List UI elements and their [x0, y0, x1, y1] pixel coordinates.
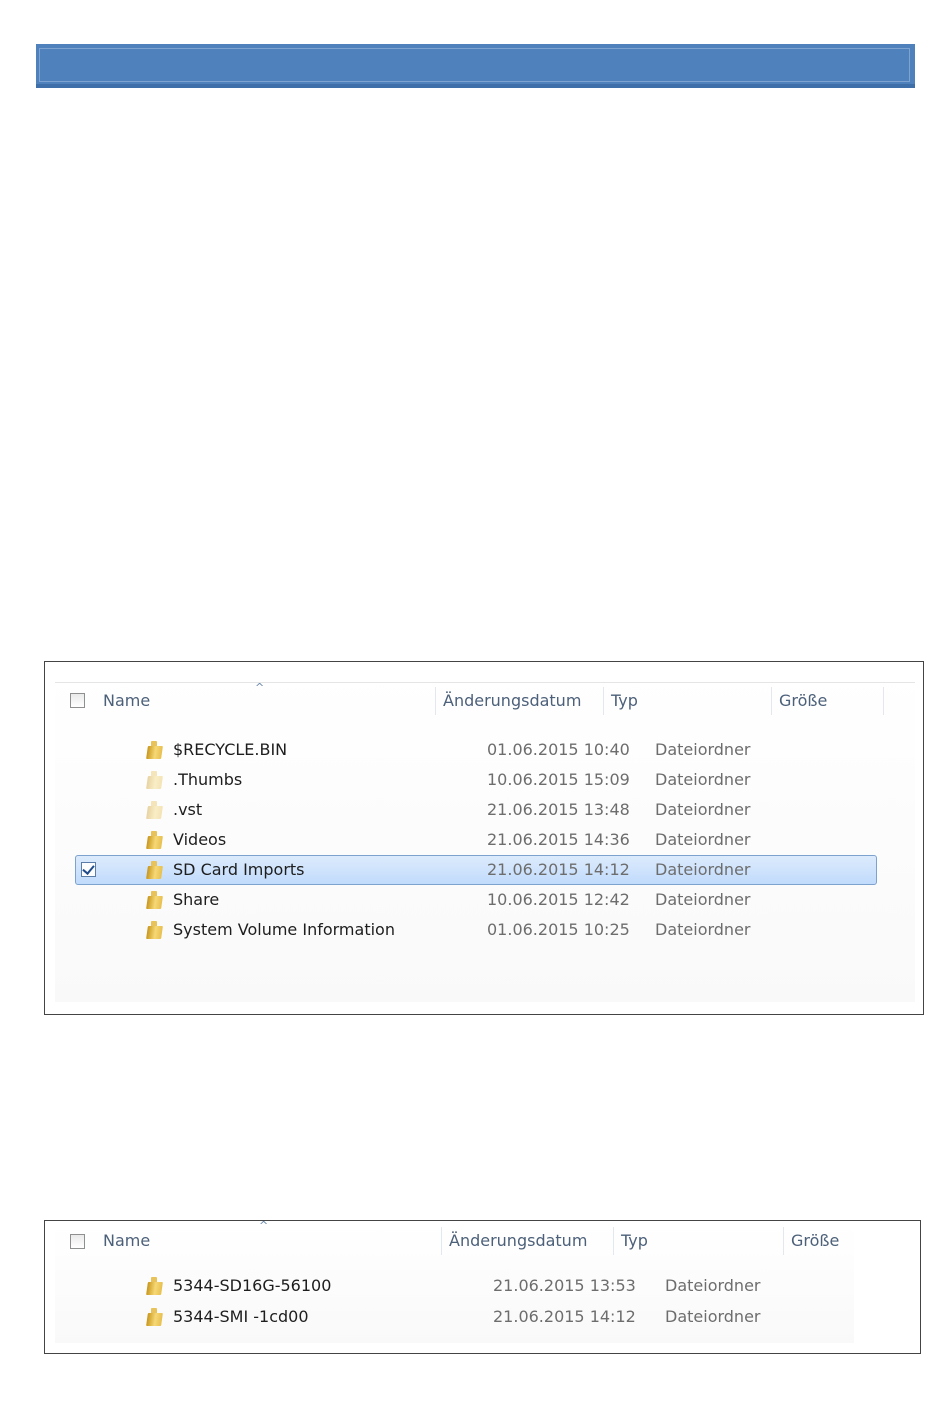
file-date: 21.06.2015 13:53 — [493, 1276, 636, 1295]
file-type: Dateiordner — [655, 860, 751, 879]
header-bar — [36, 44, 915, 88]
subfolder-list-window: Name ^ Änderungsdatum Typ Größe 5344-SD1… — [44, 1220, 921, 1354]
folder-icon — [146, 741, 165, 759]
column-type-label: Typ — [611, 691, 638, 710]
column-type-header[interactable]: Typ — [603, 683, 771, 719]
file-date: 10.06.2015 12:42 — [487, 890, 630, 909]
folder-icon — [146, 861, 165, 879]
column-size-header[interactable]: Größe — [771, 683, 883, 719]
file-list-window-root: Name ^ Änderungsdatum Typ Größe $RECYCLE… — [44, 661, 924, 1015]
select-all-checkbox[interactable] — [70, 693, 85, 708]
file-type: Dateiordner — [655, 800, 751, 819]
file-date: 01.06.2015 10:40 — [487, 740, 630, 759]
file-name: $RECYCLE.BIN — [173, 740, 288, 759]
column-type-label: Typ — [621, 1231, 648, 1250]
folder-icon — [146, 891, 165, 909]
file-name: System Volume Information — [173, 920, 395, 939]
file-date: 21.06.2015 14:36 — [487, 830, 630, 849]
file-row[interactable]: .vst 21.06.2015 13:48 Dateiordner — [55, 795, 915, 825]
header-bar-underline — [36, 84, 915, 88]
file-name: Share — [173, 890, 220, 909]
sort-ascending-icon: ^ — [259, 1219, 269, 1232]
column-name-label: Name — [103, 1231, 151, 1250]
file-name: .Thumbs — [173, 770, 243, 789]
file-name: 5344-SMI -1cd00 — [173, 1307, 309, 1326]
column-date-label: Änderungsdatum — [443, 691, 582, 710]
folder-icon — [146, 831, 165, 849]
column-size-header[interactable]: Größe — [783, 1223, 863, 1259]
column-name-label: Name — [103, 691, 151, 710]
file-row[interactable]: Share 10.06.2015 12:42 Dateiordner — [55, 885, 915, 915]
column-date-header[interactable]: Änderungsdatum — [441, 1223, 613, 1259]
folder-icon — [146, 921, 165, 939]
file-date: 21.06.2015 14:12 — [493, 1307, 636, 1326]
file-name: SD Card Imports — [173, 860, 305, 879]
column-date-header[interactable]: Änderungsdatum — [435, 683, 603, 719]
file-list-panel: Name ^ Änderungsdatum Typ Größe 5344-SD1… — [55, 1219, 854, 1343]
file-type: Dateiordner — [655, 740, 751, 759]
file-row-selected[interactable]: SD Card Imports 21.06.2015 14:12 Dateior… — [55, 855, 915, 885]
column-header-row: Name ^ Änderungsdatum Typ Größe — [55, 1219, 854, 1259]
column-size-label: Größe — [779, 691, 828, 710]
file-date: 21.06.2015 13:48 — [487, 800, 630, 819]
file-type: Dateiordner — [665, 1307, 761, 1326]
file-name: Videos — [173, 830, 227, 849]
file-row[interactable]: 5344-SD16G-56100 21.06.2015 13:53 Dateio… — [55, 1271, 854, 1301]
column-divider[interactable] — [883, 687, 884, 715]
folder-icon — [146, 771, 165, 789]
file-list-panel: Name ^ Änderungsdatum Typ Größe $RECYCLE… — [55, 670, 915, 1002]
file-row[interactable]: .Thumbs 10.06.2015 15:09 Dateiordner — [55, 765, 915, 795]
header-bar-frame — [39, 48, 910, 82]
sort-ascending-icon: ^ — [255, 681, 265, 694]
select-all-checkbox[interactable] — [70, 1234, 85, 1249]
folder-icon — [146, 1308, 165, 1326]
file-name: .vst — [173, 800, 203, 819]
file-type: Dateiordner — [655, 920, 751, 939]
file-date: 21.06.2015 14:12 — [487, 860, 630, 879]
file-type: Dateiordner — [665, 1276, 761, 1295]
file-row[interactable]: $RECYCLE.BIN 01.06.2015 10:40 Dateiordne… — [55, 735, 915, 765]
file-type: Dateiordner — [655, 770, 751, 789]
column-type-header[interactable]: Typ — [613, 1223, 783, 1259]
file-date: 01.06.2015 10:25 — [487, 920, 630, 939]
file-name: 5344-SD16G-56100 — [173, 1276, 332, 1295]
folder-icon — [146, 1277, 165, 1295]
file-row[interactable]: 5344-SMI -1cd00 21.06.2015 14:12 Dateior… — [55, 1302, 854, 1332]
column-date-label: Änderungsdatum — [449, 1231, 588, 1250]
column-header-row: Name ^ Änderungsdatum Typ Größe — [55, 682, 915, 719]
file-type: Dateiordner — [655, 890, 751, 909]
file-row[interactable]: System Volume Information 01.06.2015 10:… — [55, 915, 915, 945]
file-type: Dateiordner — [655, 830, 751, 849]
file-date: 10.06.2015 15:09 — [487, 770, 630, 789]
folder-icon — [146, 801, 165, 819]
row-checkbox[interactable] — [81, 862, 96, 877]
file-row[interactable]: Videos 21.06.2015 14:36 Dateiordner — [55, 825, 915, 855]
column-name-header[interactable]: Name — [95, 683, 435, 719]
column-size-label: Größe — [791, 1231, 840, 1250]
